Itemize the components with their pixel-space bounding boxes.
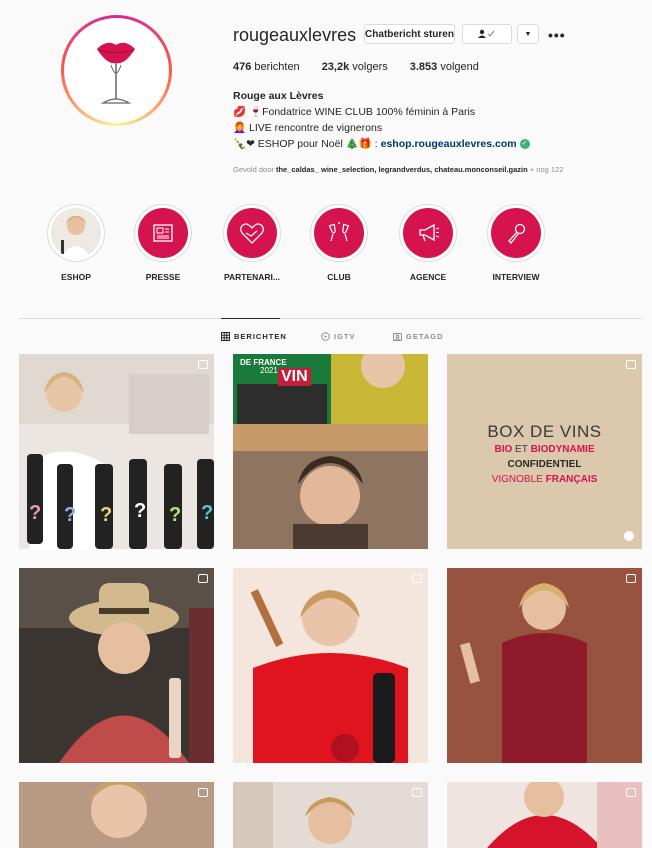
caret-down-icon: ▼ (524, 30, 532, 38)
post-1[interactable]: ? ? ? ? ? ? (19, 354, 214, 549)
lips-wine-glass-logo (97, 42, 135, 104)
profile-stats: 476 berichten 23,2k volgers 3.853 volgen… (233, 61, 501, 73)
highlight-interview[interactable]: INTERVIEW (484, 204, 548, 282)
message-button[interactable]: Chatbericht sturen (364, 24, 455, 44)
more-options-icon[interactable]: ••• (548, 27, 566, 43)
woman-photo-icon (51, 208, 101, 258)
question-mark-3: ? (100, 504, 113, 526)
box-title: BOX DE VINS (487, 422, 602, 441)
verified-check-icon: ✓ (519, 139, 530, 150)
bio-line-1: 💋 🍷Fondatrice WINE CLUB 100% féminin à P… (233, 106, 476, 118)
post-4[interactable] (19, 568, 214, 763)
igtv-icon (321, 332, 330, 341)
microphone-icon (491, 208, 541, 258)
highlight-club[interactable]: CLUB (307, 204, 371, 282)
video-icon (412, 788, 422, 797)
followers-stat[interactable]: 23,2k volgers (322, 61, 388, 73)
highlight-partenariat[interactable]: PARTENARI... (220, 204, 284, 282)
video-icon (626, 360, 636, 369)
bio-link[interactable]: eshop.rougeauxlevres.com (381, 138, 517, 150)
reel-icon (626, 788, 636, 797)
active-tab-indicator (221, 318, 280, 319)
suggestions-dropdown-button[interactable]: ▼ (517, 24, 539, 44)
post-3[interactable]: BOX DE VINS BIO ET BIODYNAMIE CONFIDENTI… (447, 354, 642, 549)
handshake-heart-icon (227, 208, 277, 258)
highlight-agence[interactable]: AGENCE (396, 204, 460, 282)
post-photo (233, 568, 428, 763)
post-2[interactable]: DE FRANCE 2021 VIN (233, 354, 428, 549)
profile-avatar[interactable] (61, 15, 172, 126)
user-check-icon (478, 29, 495, 38)
highlight-eshop[interactable]: ESHOP (44, 204, 108, 282)
following-stat[interactable]: 3.853 volgend (410, 61, 479, 73)
bio-line-3: 🍾❤ ESHOP pour Noël 🎄🎁 : eshop.rougeauxle… (233, 136, 613, 152)
tabs-divider (19, 318, 642, 319)
question-mark-5: ? (169, 504, 182, 526)
reel-icon (412, 574, 422, 583)
profile-username: rougeauxlevres (233, 25, 357, 45)
box-line-3: VIGNOBLE FRANÇAIS (491, 474, 598, 485)
post-photo (233, 354, 428, 549)
reel-icon (198, 574, 208, 583)
bio-line-2: 👩‍🦰 LIVE rencontre de vignerons (233, 122, 383, 134)
post-photo (233, 782, 428, 848)
post-photo (447, 782, 642, 848)
box-line-1: BIO ET BIODYNAMIE (494, 444, 595, 455)
post-8[interactable] (233, 782, 428, 848)
post-photo (19, 354, 214, 549)
question-mark-2: ? (64, 504, 77, 526)
post-5[interactable] (233, 568, 428, 763)
post-photo (19, 568, 214, 763)
newspaper-icon (138, 208, 188, 258)
question-mark-6: ? (201, 502, 214, 524)
highlight-presse[interactable]: PRESSE (131, 204, 195, 282)
logo-badge-icon (624, 531, 634, 541)
profile-bio: Rouge aux Lèvres 💋 🍷Fondatrice WINE CLUB… (233, 88, 613, 152)
reel-icon (198, 788, 208, 797)
tab-igtv[interactable]: IGTV (321, 332, 356, 341)
question-mark-1: ? (29, 502, 42, 524)
megaphone-icon (403, 208, 453, 258)
award-text-2: 2021 (260, 366, 278, 375)
profile-full-name: Rouge aux Lèvres (233, 90, 324, 102)
following-button[interactable] (462, 24, 512, 44)
post-7[interactable] (19, 782, 214, 848)
posts-stat: 476 berichten (233, 61, 300, 73)
box-line-2: CONFIDENTIEL (507, 459, 582, 470)
followed-by[interactable]: Gevold door the_caldas_ wine_selection, … (233, 165, 563, 174)
reel-icon (626, 574, 636, 583)
post-photo (447, 568, 642, 763)
tag-icon (393, 333, 402, 341)
video-icon (198, 360, 208, 369)
grid-icon (221, 332, 230, 341)
post-9[interactable] (447, 782, 642, 848)
post-6[interactable] (447, 568, 642, 763)
question-mark-4: ? (134, 500, 147, 522)
tab-berichten[interactable]: BERICHTEN (221, 332, 287, 341)
post-photo (19, 782, 214, 848)
award-text-3: VIN (278, 368, 311, 386)
tab-getagd[interactable]: GETAGD (393, 332, 444, 341)
wine-glasses-icon (314, 208, 364, 258)
